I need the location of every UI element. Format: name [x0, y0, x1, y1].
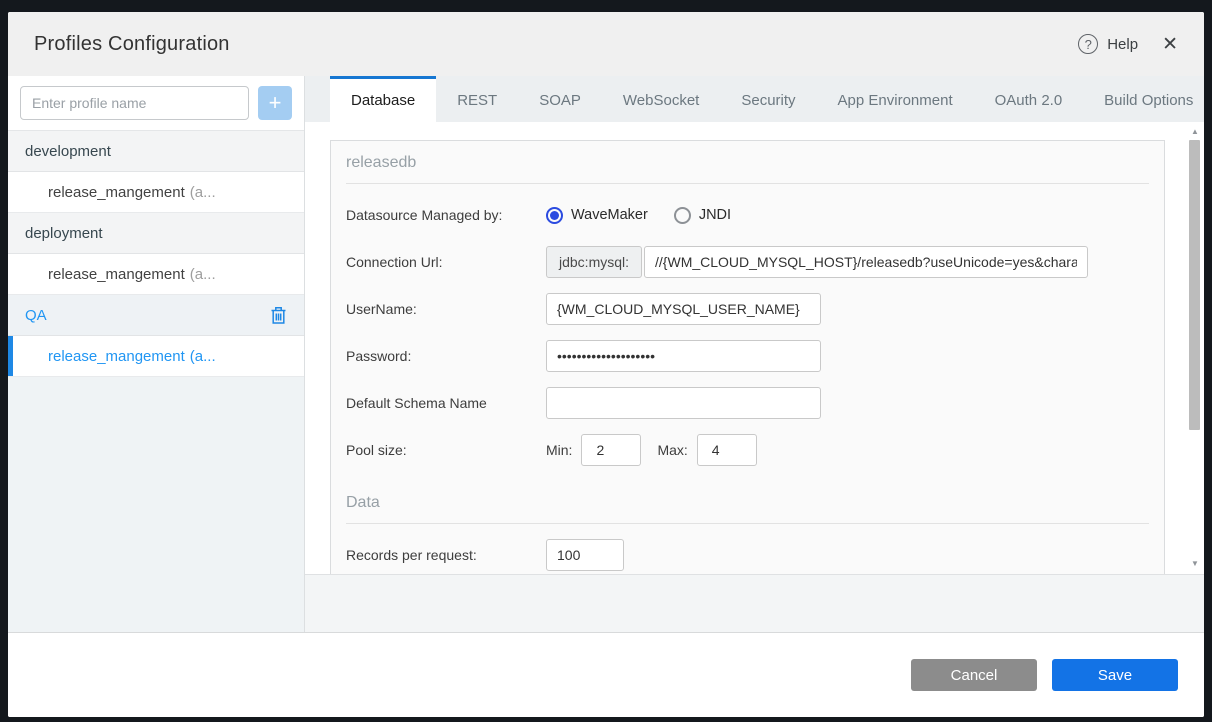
username-label: UserName:: [346, 301, 417, 317]
sidebar-item-release-mangement-deploy[interactable]: release_mangement (a...: [8, 254, 304, 295]
schema-input[interactable]: [546, 387, 821, 419]
tab-rest[interactable]: REST: [436, 76, 518, 122]
connection-url-input[interactable]: [644, 246, 1089, 278]
service-label-suffix: (a...: [189, 183, 216, 201]
profile-group-label: development: [25, 142, 111, 160]
records-input[interactable]: [546, 539, 624, 571]
sidebar-item-release-mangement-qa[interactable]: release_mangement (a...: [8, 336, 304, 377]
service-label-suffix: (a...: [189, 265, 216, 283]
app-background: { "header": { "title": "Profiles Configu…: [0, 0, 1212, 722]
tab-soap[interactable]: SOAP: [518, 76, 602, 122]
jdbc-prefix: jdbc:mysql:: [546, 246, 643, 278]
tab-security[interactable]: Security: [720, 76, 816, 122]
radio-wavemaker[interactable]: [546, 206, 563, 224]
tab-build-options[interactable]: Build Options: [1083, 76, 1204, 122]
selected-indicator: [8, 336, 13, 376]
help-icon: ?: [1078, 34, 1099, 54]
sidebar-item-development[interactable]: development: [8, 131, 304, 172]
profile-create-row: +: [8, 76, 304, 131]
pool-min-label: Min:: [546, 442, 573, 458]
datasource-label: Datasource Managed by:: [346, 207, 503, 223]
records-label: Records per request:: [346, 547, 477, 563]
section-divider: [346, 523, 1149, 524]
radio-jndi-label[interactable]: JNDI: [699, 207, 731, 223]
trash-icon: [271, 306, 286, 324]
radio-jndi[interactable]: [673, 206, 691, 224]
password-label: Password:: [346, 348, 412, 364]
scroll-up-icon[interactable]: ▲: [1187, 124, 1203, 140]
scrollbar-thumb[interactable]: [1189, 140, 1200, 430]
pool-max-input[interactable]: [696, 434, 757, 466]
dialog-body: + development release_mangement (a... de…: [8, 76, 1204, 632]
profile-name-input[interactable]: [20, 86, 249, 120]
help-label: Help: [1107, 35, 1139, 53]
help-button[interactable]: ? Help: [1078, 34, 1138, 54]
password-input[interactable]: [546, 340, 821, 372]
data-section-title: Data: [346, 494, 380, 511]
profile-group-label: deployment: [25, 224, 103, 242]
dialog-header: Profiles Configuration ? Help ✕: [8, 12, 1204, 76]
pool-min-input[interactable]: [581, 434, 642, 466]
database-section-title: releasedb: [346, 154, 417, 171]
pool-max-label: Max:: [657, 442, 688, 458]
database-tab-panel: releasedb Datasource Managed by: WaveMak…: [305, 122, 1204, 575]
save-button[interactable]: Save: [1052, 659, 1178, 691]
records-row: Records per request:: [346, 539, 1149, 571]
database-settings-panel: releasedb Datasource Managed by: WaveMak…: [330, 140, 1165, 574]
profiles-configuration-dialog: Profiles Configuration ? Help ✕ + develo…: [8, 12, 1204, 717]
tab-app-environment[interactable]: App Environment: [817, 76, 974, 122]
service-label-suffix: (a...: [189, 347, 216, 365]
profile-content: Database REST SOAP WebSocket Security Ap…: [305, 76, 1204, 632]
section-divider: [346, 183, 1149, 184]
pool-size-label: Pool size:: [346, 442, 407, 458]
service-tabs: Database REST SOAP WebSocket Security Ap…: [305, 76, 1204, 122]
sidebar-item-release-mangement-dev[interactable]: release_mangement (a...: [8, 172, 304, 213]
tab-content-filler: [305, 575, 1204, 632]
header-actions: ? Help ✕: [1078, 34, 1178, 54]
cancel-button[interactable]: Cancel: [911, 659, 1037, 691]
schema-label: Default Schema Name: [346, 395, 487, 411]
pool-size-row: Pool size: Min: Max:: [346, 434, 1149, 466]
datasource-row: Datasource Managed by: WaveMaker JNDI: [346, 199, 1149, 231]
tab-oauth[interactable]: OAuth 2.0: [974, 76, 1084, 122]
vertical-scrollbar[interactable]: ▲ ▼: [1187, 122, 1203, 574]
tab-database[interactable]: Database: [330, 76, 437, 122]
profiles-sidebar: + development release_mangement (a... de…: [8, 76, 305, 632]
tab-websocket[interactable]: WebSocket: [602, 76, 720, 122]
service-label: release_mangement: [48, 183, 185, 201]
dialog-title: Profiles Configuration: [34, 32, 230, 55]
username-input[interactable]: [546, 293, 821, 325]
radio-wavemaker-label[interactable]: WaveMaker: [571, 207, 648, 223]
sidebar-item-qa[interactable]: QA: [8, 295, 304, 336]
sidebar-item-deployment[interactable]: deployment: [8, 213, 304, 254]
close-icon[interactable]: ✕: [1162, 35, 1178, 54]
add-profile-button[interactable]: +: [258, 86, 292, 120]
service-label: release_mangement: [48, 265, 185, 283]
scroll-down-icon[interactable]: ▼: [1187, 556, 1203, 572]
service-label: release_mangement: [48, 347, 185, 365]
connection-url-label: Connection Url:: [346, 254, 443, 270]
delete-profile-button[interactable]: [270, 306, 287, 325]
connection-url-row: Connection Url: jdbc:mysql:: [346, 246, 1149, 278]
schema-row: Default Schema Name: [346, 387, 1149, 419]
username-row: UserName:: [346, 293, 1149, 325]
dialog-footer: Cancel Save: [8, 632, 1204, 717]
profile-group-label: QA: [25, 306, 47, 324]
password-row: Password:: [346, 340, 1149, 372]
